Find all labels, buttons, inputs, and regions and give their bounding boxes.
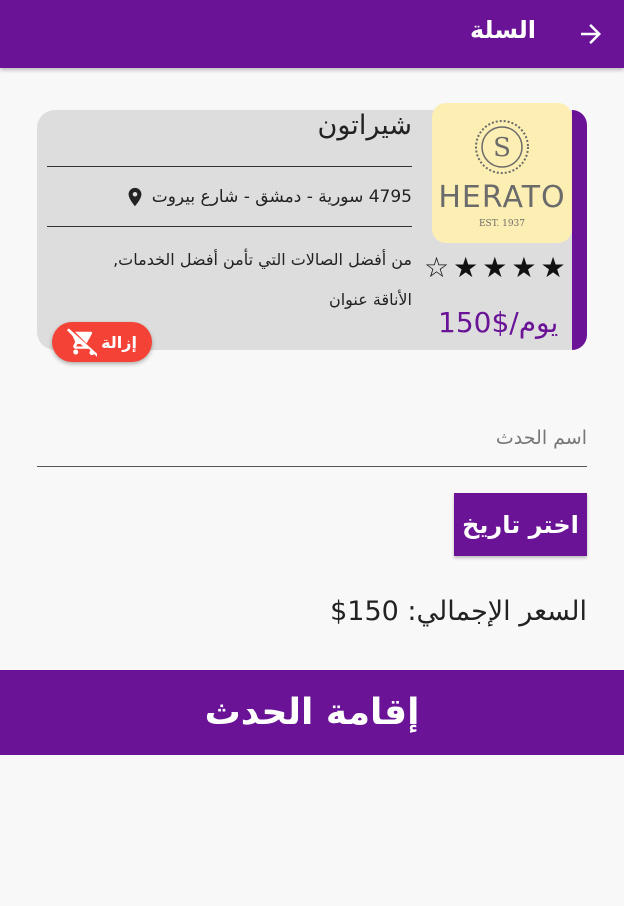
- pick-date-button[interactable]: اختر تاريخ: [454, 493, 587, 556]
- svg-text:S: S: [493, 133, 511, 163]
- svg-text:HERATO: HERATO: [438, 180, 565, 215]
- hotel-name: شيراتون: [317, 110, 412, 141]
- hotel-description: من أفضل الصالات التي تأمن أفضل الخدمات, …: [113, 250, 412, 309]
- location-pin-icon: [128, 187, 142, 207]
- star-outline-icon: ☆: [424, 251, 450, 284]
- event-name-input[interactable]: [37, 410, 587, 467]
- hotel-address: 4795 سورية - دمشق - شارع بيروت: [124, 184, 412, 210]
- hotel-logo: S HERATO EST. 1937: [432, 103, 572, 243]
- star-filled-icon: ★: [482, 251, 508, 284]
- remove-cart-icon: [67, 328, 98, 357]
- star-filled-icon: ★: [511, 251, 537, 284]
- price-per-day: 150$/يوم: [438, 306, 559, 339]
- remove-label: إزالة: [101, 332, 137, 352]
- address-text: 4795 سورية - دمشق - شارع بيروت: [151, 187, 412, 207]
- create-event-button[interactable]: إقامة الحدث: [0, 670, 624, 755]
- divider: [47, 166, 412, 167]
- page-title: السلة: [469, 16, 536, 44]
- remove-button[interactable]: إزالة: [52, 322, 152, 362]
- divider: [47, 226, 412, 227]
- rating-stars: ★ ★ ★ ★ ☆: [424, 254, 566, 282]
- app-bar: السلة: [0, 0, 624, 68]
- star-filled-icon: ★: [453, 251, 479, 284]
- total-price: السعر الإجمالي: 150$: [330, 596, 587, 627]
- arrow-forward-icon[interactable]: [576, 19, 606, 49]
- star-filled-icon: ★: [540, 251, 566, 284]
- svg-text:EST. 1937: EST. 1937: [479, 219, 525, 229]
- card-accent-stripe: [572, 110, 587, 350]
